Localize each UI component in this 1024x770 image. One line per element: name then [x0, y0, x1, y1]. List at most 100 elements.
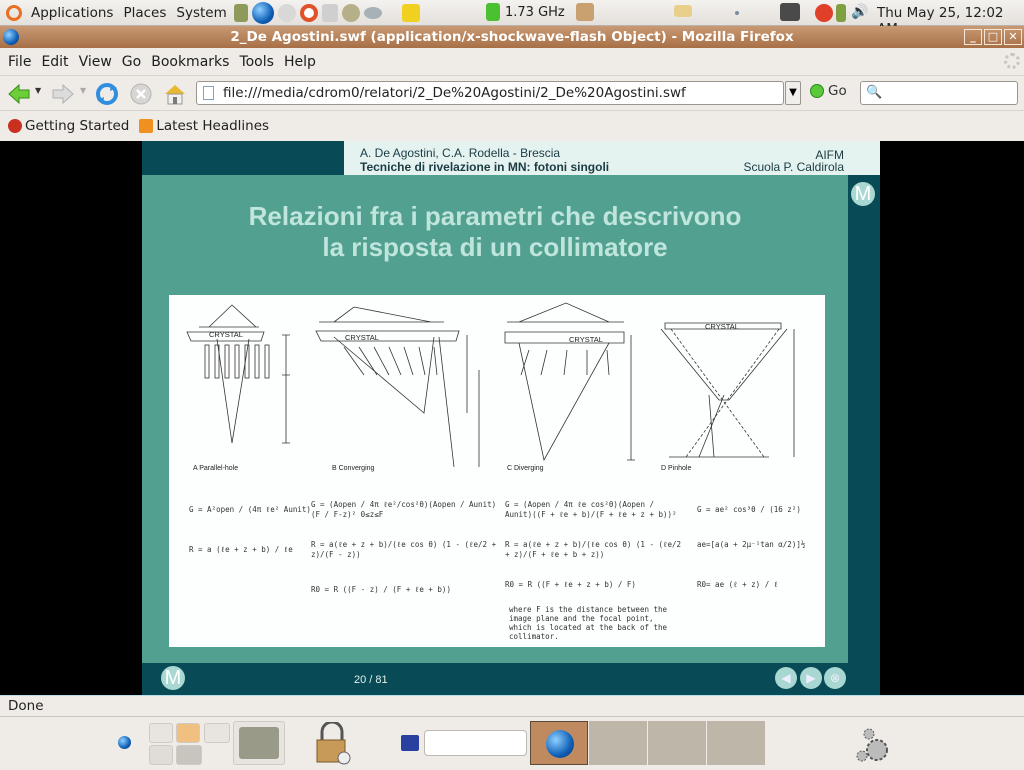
prev-slide-button[interactable]: ◀ — [775, 667, 797, 689]
text-editor-launcher[interactable] — [233, 721, 285, 765]
firefox-window-icon[interactable] — [3, 29, 19, 45]
launcher-camera-icon[interactable] — [204, 723, 230, 743]
url-bar[interactable]: file:///media/cdrom0/relatori/2_De%20Ago… — [196, 81, 784, 105]
system-settings-gears-icon[interactable] — [855, 726, 895, 766]
slide-header: A. De Agostini, C.A. Rodella - Brescia T… — [344, 141, 880, 175]
warning-notification-icon[interactable] — [401, 3, 420, 22]
mouse-launcher-icon[interactable] — [363, 6, 382, 19]
caption-pinhole: D Pinhole — [661, 465, 692, 472]
flash-slide[interactable]: A. De Agostini, C.A. Rodella - Brescia T… — [142, 141, 880, 695]
crystal-label: CRYSTAL — [705, 322, 739, 331]
launcher-video-icon[interactable] — [149, 745, 173, 765]
back-button[interactable] — [6, 80, 32, 108]
status-bar: Done — [0, 695, 1024, 717]
menu-file[interactable]: File — [3, 54, 36, 70]
slide-title-line1: Relazioni fra i parametri che descrivono — [248, 201, 742, 231]
power-plug-icon[interactable] — [836, 4, 846, 22]
workspace-1-active[interactable] — [530, 721, 588, 765]
dictionary-search-input[interactable] — [424, 730, 527, 756]
dictionary-applet-icon[interactable] — [401, 735, 419, 751]
package-icon[interactable] — [576, 3, 594, 21]
window-titlebar[interactable]: 2_De Agostini.swf (application/x-shockwa… — [0, 26, 1024, 48]
url-text: file:///media/cdrom0/relatori/2_De%20Ago… — [223, 85, 686, 101]
home-button[interactable] — [162, 80, 188, 108]
maximize-button[interactable]: □ — [984, 29, 1002, 45]
crystal-label: CRYSTAL — [345, 333, 379, 342]
menu-view[interactable]: View — [74, 54, 117, 70]
workspace-2[interactable] — [589, 721, 647, 765]
slide-title: Relazioni fra i parametri che descrivono… — [142, 201, 848, 263]
panel-menu-system[interactable]: System — [171, 0, 231, 26]
stop-button[interactable] — [128, 80, 154, 108]
search-engine-icon[interactable]: 🔍 — [866, 85, 882, 100]
slide-menu-button-top[interactable]: M — [851, 182, 875, 206]
slide-authors: A. De Agostini, C.A. Rodella - Brescia — [360, 146, 561, 160]
next-slide-button[interactable]: ▶ — [800, 667, 822, 689]
collimator-figure: A Parallel-hole B Converging C Diverging… — [169, 295, 825, 647]
bookmark-latest-headlines[interactable]: Latest Headlines — [139, 118, 269, 134]
slide-body: Relazioni fra i parametri che descrivono… — [142, 175, 848, 663]
diagram-converging — [315, 306, 480, 468]
rss-icon — [139, 119, 154, 133]
mail-launcher-icon[interactable] — [277, 3, 296, 22]
launcher-presentation-icon[interactable] — [176, 723, 200, 743]
caption-converging: B Converging — [332, 465, 375, 472]
file-cabinet-launcher-icon[interactable] — [233, 3, 248, 22]
tray-dot-icon — [735, 11, 739, 15]
go-arrow-icon — [810, 84, 824, 98]
reload-button[interactable] — [94, 80, 120, 108]
network-launcher-icon[interactable] — [321, 3, 338, 22]
forward-history-dropdown[interactable]: ▼ — [80, 86, 86, 95]
cpu-icon — [486, 3, 500, 21]
formula-parallel-G: G = A²open / (4π ℓe² Aunit) — [189, 505, 311, 514]
top-panel: Applications Places System 1.73 GHz 🔊 Th… — [0, 0, 1024, 37]
formula-converging-R: R = a(ℓe + z + b)/(ℓe cos θ) (1 - (ℓe/2 … — [311, 540, 497, 559]
globe-applet-icon[interactable] — [118, 736, 131, 749]
diagram-pinhole — [660, 322, 795, 458]
firefox-launcher-icon[interactable] — [251, 1, 274, 24]
workspace-4[interactable] — [707, 721, 765, 765]
workspace-3[interactable] — [648, 721, 706, 765]
status-text: Done — [8, 698, 44, 714]
launcher-notes-icon[interactable] — [149, 723, 173, 743]
forward-button[interactable] — [50, 80, 76, 108]
launcher-browser-icon[interactable] — [176, 745, 202, 765]
close-slide-button[interactable]: ⊗ — [824, 667, 846, 689]
throbber-icon — [1004, 53, 1020, 69]
slide-menu-button-bottom[interactable]: M — [161, 666, 185, 690]
minimize-button[interactable]: _ — [964, 29, 982, 45]
bookmark-getting-started[interactable]: Getting Started — [8, 118, 129, 134]
menu-go[interactable]: Go — [117, 54, 146, 70]
formula-diverging-R0: R0 = R ((F + ℓe + z + b) / F) — [505, 580, 636, 589]
formula-diverging-G: G = (Aopen / 4π ℓe cos²θ)(Aopen / Aunit)… — [505, 500, 677, 519]
lock-screen-icon[interactable] — [314, 720, 354, 766]
update-notifier-icon[interactable] — [815, 4, 833, 22]
ubuntu-logo-icon[interactable] — [6, 4, 22, 21]
bottom-panel — [0, 718, 1024, 768]
navigation-toolbar: ▼ ▼ file:///media/cdrom0/relatori/2_De%2… — [0, 77, 1024, 111]
back-history-dropdown[interactable]: ▼ — [35, 86, 41, 95]
url-history-dropdown[interactable]: ▼ — [785, 81, 801, 105]
caption-diverging: C Diverging — [507, 465, 544, 472]
formula-parallel-R: R = a (ℓe + z + b) / ℓe — [189, 545, 293, 554]
help-launcher-icon[interactable] — [299, 3, 318, 22]
cpu-freq-applet[interactable]: 1.73 GHz — [484, 3, 565, 21]
menu-help[interactable]: Help — [279, 54, 321, 70]
bookmark-label: Getting Started — [25, 118, 130, 134]
panel-menu-applications[interactable]: Applications — [26, 0, 118, 26]
panel-menu-places[interactable]: Places — [118, 0, 171, 26]
slide-title-line2: la risposta di un collimatore — [322, 232, 668, 262]
software-launcher-icon[interactable] — [341, 3, 360, 22]
notes-icon[interactable] — [674, 5, 692, 17]
close-window-button[interactable]: ✕ — [1004, 29, 1022, 45]
slide-school: Scuola P. Caldirola — [743, 160, 844, 174]
menu-bookmarks[interactable]: Bookmarks — [146, 54, 234, 70]
menu-edit[interactable]: Edit — [36, 54, 73, 70]
terminal-icon[interactable] — [780, 3, 800, 21]
search-input[interactable]: 🔍 — [860, 81, 1018, 105]
volume-icon[interactable]: 🔊 — [851, 4, 868, 20]
window-title: 2_De Agostini.swf (application/x-shockwa… — [230, 29, 794, 45]
menu-tools[interactable]: Tools — [234, 54, 279, 70]
crystal-label: CRYSTAL — [569, 335, 603, 344]
go-button[interactable]: Go — [810, 83, 847, 99]
